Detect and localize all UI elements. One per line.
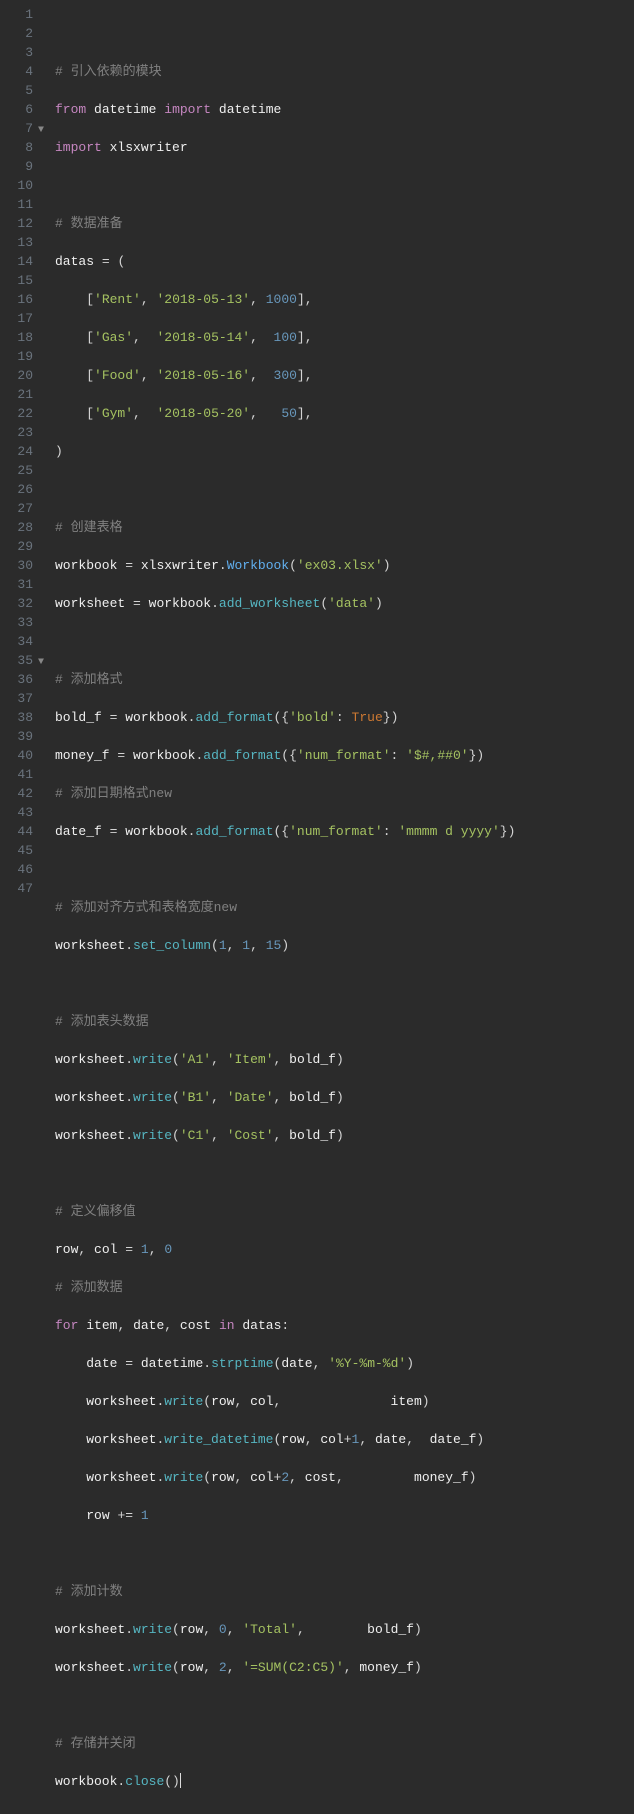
line-number: 28 (5, 518, 33, 537)
fold-icon[interactable]: ▼ (38, 653, 44, 672)
line-number: 24 (5, 442, 33, 461)
line-number: 20 (5, 366, 33, 385)
fold-icon[interactable]: ▼ (38, 121, 44, 140)
line-number: 35▼ (5, 651, 33, 670)
line-number: 26 (5, 480, 33, 499)
line-number: 7▼ (5, 119, 33, 138)
line-number: 40 (5, 746, 33, 765)
line-number: 16 (5, 290, 33, 309)
line-number: 12 (5, 214, 33, 233)
line-number: 21 (5, 385, 33, 404)
line-number: 47 (5, 879, 33, 898)
line-number: 8 (5, 138, 33, 157)
line-number: 18 (5, 328, 33, 347)
line-number: 30 (5, 556, 33, 575)
line-number: 2 (5, 24, 33, 43)
line-number: 5 (5, 81, 33, 100)
line-number: 31 (5, 575, 33, 594)
line-number: 42 (5, 784, 33, 803)
line-number: 15 (5, 271, 33, 290)
line-number: 23 (5, 423, 33, 442)
line-number: 33 (5, 613, 33, 632)
line-number: 39 (5, 727, 33, 746)
line-number-gutter: 1 2 3 4 5 6 7▼ 8 9 10 11 12 13 14 15 16 … (0, 0, 41, 1814)
line-number: 45 (5, 841, 33, 860)
line-number: 44 (5, 822, 33, 841)
line-number: 34 (5, 632, 33, 651)
code-editor[interactable]: 1 2 3 4 5 6 7▼ 8 9 10 11 12 13 14 15 16 … (0, 0, 634, 1814)
line-number: 9 (5, 157, 33, 176)
line-number: 17 (5, 309, 33, 328)
line-number: 13 (5, 233, 33, 252)
line-number: 46 (5, 860, 33, 879)
line-number: 3 (5, 43, 33, 62)
line-number: 4 (5, 62, 33, 81)
line-number: 32 (5, 594, 33, 613)
line-number: 25 (5, 461, 33, 480)
line-number: 38 (5, 708, 33, 727)
line-number: 6 (5, 100, 33, 119)
line-number: 29 (5, 537, 33, 556)
line-number: 19 (5, 347, 33, 366)
line-number: 10 (5, 176, 33, 195)
line-number: 37 (5, 689, 33, 708)
line-number: 43 (5, 803, 33, 822)
line-number: 22 (5, 404, 33, 423)
line-number: 14 (5, 252, 33, 271)
line-number: 41 (5, 765, 33, 784)
line-number: 27 (5, 499, 33, 518)
line-number: 11 (5, 195, 33, 214)
line-number: 36 (5, 670, 33, 689)
code-content[interactable]: # 引入依赖的模块 from datetime import datetime … (41, 0, 634, 1814)
line-number: 1 (5, 5, 33, 24)
text-cursor (180, 1773, 181, 1788)
